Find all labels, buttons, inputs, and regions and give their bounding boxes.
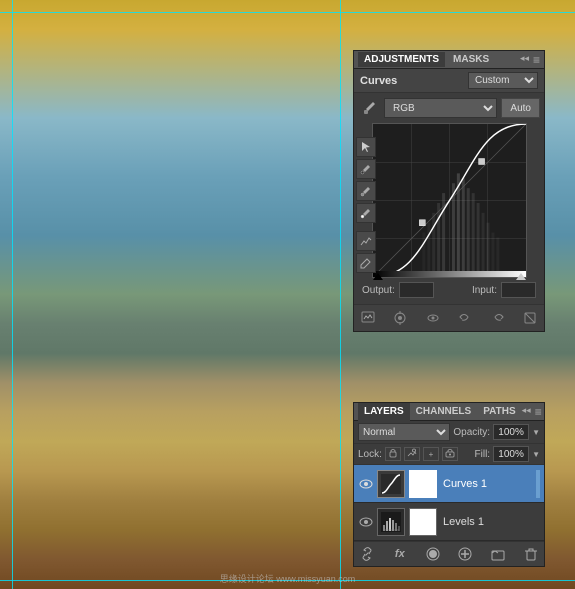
edit-adj-btn[interactable] [358, 308, 378, 328]
layer-eye-levels1[interactable] [358, 514, 374, 530]
eyedropper-gray-tool[interactable] [356, 181, 376, 201]
curves1-mask-thumbnail [409, 470, 437, 498]
layer-row-levels1[interactable]: Levels 1 [354, 503, 544, 541]
channel-row: RGB Red Green Blue Auto [358, 97, 540, 119]
white-point-marker[interactable] [516, 273, 526, 280]
layers-panel-titlebar: LAYERS CHANNELS PATHS ◂◂ ≡ [354, 403, 544, 421]
eyedropper-white-tool[interactable] [356, 203, 376, 223]
add-mask-btn[interactable] [424, 545, 442, 563]
lock-image-btn[interactable] [404, 447, 420, 461]
levels1-thumbnail [377, 508, 405, 536]
fill-input[interactable] [493, 446, 529, 462]
lock-transparency-btn[interactable] [385, 447, 401, 461]
gradient-bar-bottom [373, 271, 526, 277]
fill-dropdown-arrow[interactable]: ▼ [532, 450, 540, 459]
layers-panel-icons: ◂◂ ≡ [522, 405, 542, 419]
input-label: Input: [472, 285, 497, 296]
create-group-btn[interactable] [489, 545, 507, 563]
output-label: Output: [362, 285, 395, 296]
blend-mode-select[interactable]: Normal [358, 423, 450, 441]
layer-name-levels1: Levels 1 [443, 516, 540, 528]
adj-toolbar [354, 304, 544, 331]
tab-masks[interactable]: MASKS [447, 52, 495, 67]
fill-label-text: Fill: [475, 449, 491, 460]
undo-btn[interactable] [455, 308, 475, 328]
eyedropper-black-tool[interactable] [356, 159, 376, 179]
adjustments-panel: ADJUSTMENTS MASKS ◂◂ ≡ Curves Custom [353, 50, 545, 332]
delete-layer-btn[interactable] [522, 545, 540, 563]
tab-layers[interactable]: LAYERS [358, 403, 410, 421]
guide-horizontal-bottom [0, 580, 575, 581]
lock-label-text: Lock: [358, 449, 382, 460]
curves-svg [373, 124, 526, 277]
opacity-label-text: Opacity: [453, 427, 490, 438]
layers-menu-icon[interactable]: ≡ [535, 405, 542, 419]
eye-icon-btn[interactable] [423, 308, 443, 328]
panel-tabs: ADJUSTMENTS MASKS [358, 52, 495, 67]
output-input[interactable] [399, 282, 434, 298]
link-layers-btn[interactable] [358, 545, 376, 563]
layer-eye-curves1[interactable] [358, 476, 374, 492]
adjustments-body: RGB Red Green Blue Auto [354, 93, 544, 304]
guide-vertical-left [12, 0, 13, 589]
curves-preset-container: Custom [468, 72, 538, 89]
pencil-tool[interactable] [356, 253, 376, 273]
scroll-indicator-curves1 [536, 470, 540, 498]
target-btn[interactable] [390, 308, 410, 328]
curves-title: Curves [360, 75, 397, 87]
tab-adjustments[interactable]: ADJUSTMENTS [358, 52, 445, 67]
curves1-thumbnail [377, 470, 405, 498]
channel-select[interactable]: RGB Red Green Blue [384, 98, 497, 118]
io-row: Output: Input: [358, 280, 540, 300]
opacity-dropdown-arrow[interactable]: ▼ [532, 428, 540, 437]
curves-tool-group [356, 137, 376, 273]
input-input[interactable] [501, 282, 536, 298]
layers-panel: LAYERS CHANNELS PATHS ◂◂ ≡ Normal Opacit… [353, 402, 545, 567]
layers-tabs-container: LAYERS CHANNELS PATHS [358, 403, 522, 421]
auto-button[interactable]: Auto [501, 98, 540, 118]
lock-row: Lock: + Fill: ▼ [354, 444, 544, 465]
black-point-marker[interactable] [373, 273, 383, 280]
add-adj-layer-btn[interactable] [456, 545, 474, 563]
reset-btn[interactable] [520, 308, 540, 328]
graph-toggle-tool[interactable] [356, 231, 376, 251]
guide-horizontal-top [0, 12, 575, 13]
layers-controls: Normal Opacity: ▼ [354, 421, 544, 444]
tab-channels[interactable]: CHANNELS [410, 403, 478, 421]
fx-btn[interactable]: fx [391, 545, 409, 563]
eyedropper-icon[interactable] [358, 97, 380, 119]
opacity-input[interactable] [493, 424, 529, 440]
layers-collapse-icon[interactable]: ◂◂ [522, 405, 531, 419]
curves-header: Curves Custom [354, 69, 544, 93]
redo-btn[interactable] [488, 308, 508, 328]
curves-graph[interactable] [372, 123, 527, 278]
tab-paths[interactable]: PATHS [477, 403, 521, 421]
panel-menu-icon[interactable]: ≡ [533, 53, 540, 67]
panel-icons: ◂◂ ≡ [520, 53, 540, 67]
layer-name-curves1: Curves 1 [443, 478, 531, 490]
preset-select[interactable]: Custom [468, 72, 538, 89]
lock-position-btn[interactable]: + [423, 447, 439, 461]
pointer-tool[interactable] [356, 137, 376, 157]
levels1-mask-thumbnail [409, 508, 437, 536]
adjustments-panel-titlebar: ADJUSTMENTS MASKS ◂◂ ≡ [354, 51, 544, 69]
layers-bottom-toolbar: fx [354, 541, 544, 566]
panel-collapse-icon[interactable]: ◂◂ [520, 53, 529, 67]
layer-row-curves1[interactable]: Curves 1 [354, 465, 544, 503]
lock-all-btn[interactable] [442, 447, 458, 461]
guide-vertical-right [340, 0, 341, 589]
